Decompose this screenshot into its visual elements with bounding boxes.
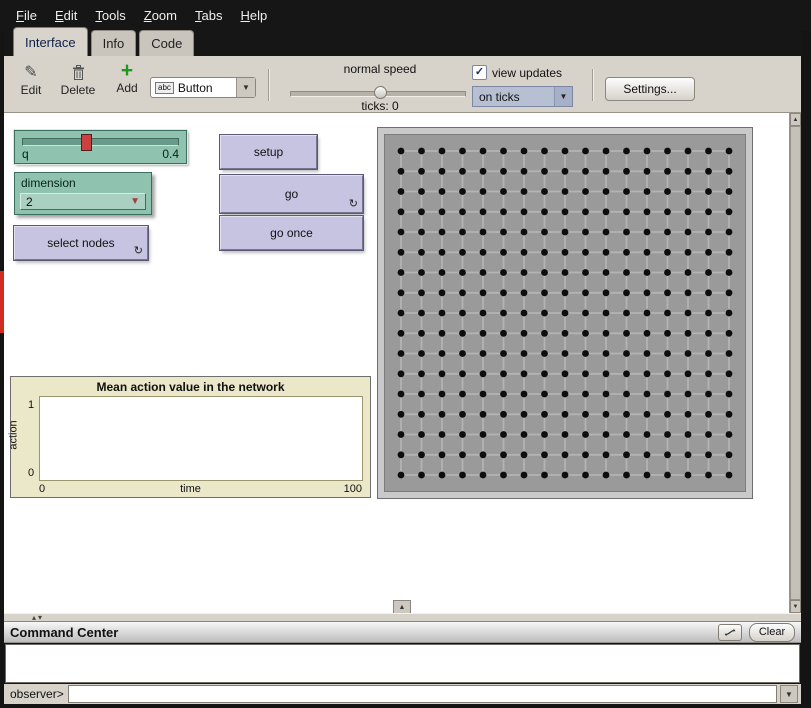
go-button[interactable]: go ↻ <box>220 175 363 213</box>
edit-tool-label: Edit <box>21 83 42 97</box>
splitter-arrows-icon[interactable]: ▴▾ <box>32 613 44 622</box>
vertical-scrollbar[interactable]: ▲ ▼ <box>789 113 801 613</box>
interface-canvas: q 0.4 dimension 2 ▼ select nodes ↻ setup… <box>4 113 789 613</box>
scroll-down-button[interactable]: ▼ <box>790 600 801 613</box>
plot-y-min: 0 <box>28 467 34 479</box>
chooser-dimension-select[interactable]: 2 ▼ <box>20 193 146 210</box>
forever-icon: ↻ <box>349 197 358 210</box>
edit-tool[interactable]: ✎ Edit <box>12 63 50 97</box>
chooser-dimension-label: dimension <box>21 176 76 190</box>
plot-y-max: 1 <box>28 399 34 411</box>
view-updates-label: view updates <box>492 66 562 80</box>
plus-icon: + <box>108 61 146 81</box>
chooser-dropdown-arrow-icon: ▼ <box>130 196 140 207</box>
tab-info[interactable]: Info <box>91 30 137 56</box>
go-once-label: go once <box>270 226 313 240</box>
history-dropdown-arrow-icon: ▼ <box>785 690 793 699</box>
add-tool-label: Add <box>116 81 137 95</box>
trash-icon <box>56 63 100 83</box>
tab-bar: Interface Info Code <box>4 31 801 56</box>
speed-label: normal speed <box>296 62 464 76</box>
menu-zoom[interactable]: Zoom <box>136 5 185 26</box>
view-updates-checkbox[interactable]: ✓ <box>472 65 487 80</box>
update-mode-dropdown-arrow-icon[interactable]: ▼ <box>554 87 572 106</box>
scroll-up-button[interactable]: ▲ <box>790 113 801 126</box>
collapse-up-icon: ▲ <box>399 604 406 611</box>
ticks-counter: ticks: 0 <box>296 99 464 113</box>
widget-type-dropdown-arrow-icon[interactable]: ▼ <box>236 78 255 97</box>
menu-bar: File Edit Tools Zoom Tabs Help <box>0 0 811 31</box>
slider-q-label: q <box>22 147 29 161</box>
toolbar-separator <box>592 69 594 101</box>
select-nodes-button[interactable]: select nodes ↻ <box>14 226 148 260</box>
plot-area <box>39 396 363 481</box>
menu-tools[interactable]: Tools <box>87 5 133 26</box>
observer-prompt-label: observer> <box>7 687 68 701</box>
delete-tool[interactable]: Delete <box>56 63 100 97</box>
plot-title: Mean action value in the network <box>11 380 370 394</box>
slider-q[interactable]: q 0.4 <box>14 130 187 164</box>
world-lattice <box>384 134 746 492</box>
go-once-button[interactable]: go once <box>220 216 363 250</box>
command-center-splitter[interactable]: ▴▾ <box>4 613 801 622</box>
command-center-output[interactable] <box>5 644 800 683</box>
toolbar-separator <box>268 69 270 101</box>
pencil-icon: ✎ <box>12 63 50 83</box>
plot-x-axis-label: time <box>11 483 370 495</box>
speed-slider[interactable] <box>290 86 466 99</box>
select-nodes-label: select nodes <box>47 236 114 250</box>
detach-arrows-icon <box>724 628 736 637</box>
plot-x-max: 100 <box>344 483 362 495</box>
setup-label: setup <box>254 145 283 159</box>
menu-file[interactable]: File <box>8 5 45 26</box>
netlogo-window: File Edit Tools Zoom Tabs Help Interface… <box>0 0 811 708</box>
scroll-down-icon: ▼ <box>793 604 799 610</box>
tab-code[interactable]: Code <box>139 30 194 56</box>
widget-type-value: Button <box>178 81 236 95</box>
add-tool[interactable]: + Add <box>108 61 146 95</box>
history-dropdown-button[interactable]: ▼ <box>780 685 798 703</box>
forever-icon: ↻ <box>134 244 143 257</box>
scrollbar-thumb[interactable] <box>790 126 801 600</box>
plot-mean-action: Mean action value in the network 1 0 act… <box>10 376 371 498</box>
chooser-dimension-value: 2 <box>26 195 33 209</box>
command-center-header: Command Center Clear <box>4 622 801 643</box>
menu-tabs[interactable]: Tabs <box>187 5 230 26</box>
check-icon: ✓ <box>475 67 484 78</box>
tab-interface[interactable]: Interface <box>13 27 88 56</box>
interface-toolbar: ✎ Edit Delete + Add abc Button ▼ <box>4 56 801 113</box>
setup-button[interactable]: setup <box>220 135 317 169</box>
menu-edit[interactable]: Edit <box>47 5 85 26</box>
go-label: go <box>285 187 298 201</box>
command-line-row: observer> ▼ <box>4 684 801 704</box>
detach-button[interactable] <box>718 624 742 641</box>
settings-button[interactable]: Settings... <box>605 77 695 101</box>
plot-y-axis-label: action <box>8 420 20 449</box>
button-widget-icon: abc <box>155 82 174 94</box>
world-view[interactable] <box>378 128 752 498</box>
update-mode-value: on ticks <box>473 90 554 104</box>
command-center-title: Command Center <box>4 625 718 640</box>
clear-button[interactable]: Clear <box>749 623 795 642</box>
scroll-up-icon: ▲ <box>793 117 799 123</box>
delete-tool-label: Delete <box>61 83 96 97</box>
chooser-dimension[interactable]: dimension 2 ▼ <box>14 172 152 215</box>
slider-q-thumb[interactable] <box>81 134 92 151</box>
speed-slider-thumb[interactable] <box>374 86 387 99</box>
update-mode-dropdown[interactable]: on ticks ▼ <box>472 86 573 107</box>
slider-q-value: 0.4 <box>162 147 179 161</box>
command-input[interactable] <box>68 685 777 703</box>
widget-type-select[interactable]: abc Button ▼ <box>150 77 256 98</box>
view-updates-control[interactable]: ✓ view updates <box>472 65 562 80</box>
menu-help[interactable]: Help <box>232 5 275 26</box>
slider-q-track[interactable] <box>22 138 179 146</box>
